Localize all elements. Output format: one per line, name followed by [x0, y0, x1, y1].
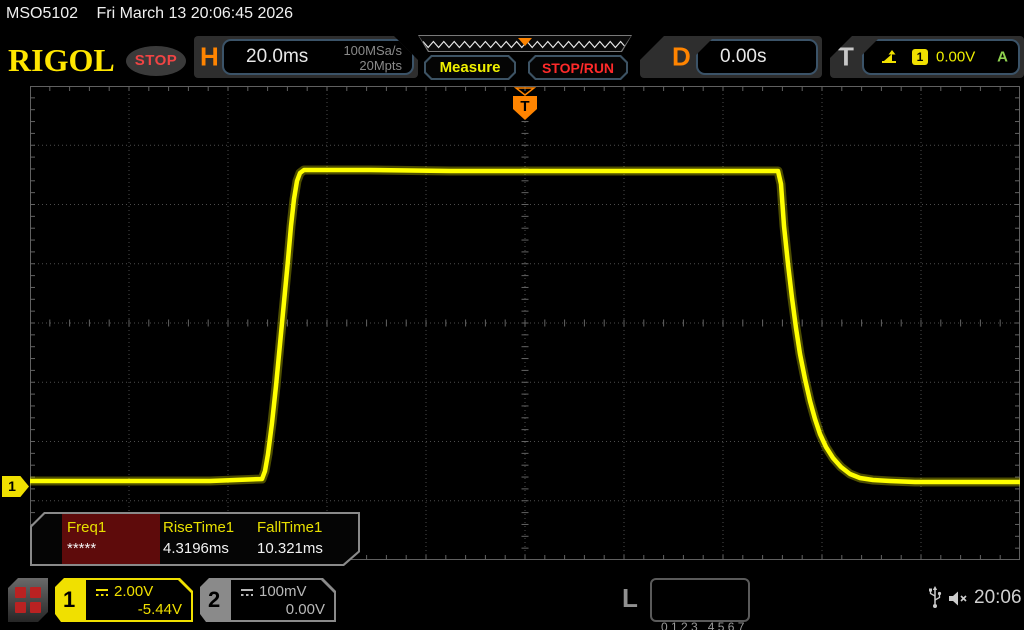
datetime: Fri March 13 20:06:45 2026	[96, 5, 294, 22]
channel1-offset: -5.44V	[137, 601, 182, 618]
delay-settings-group[interactable]: D 0.00s	[640, 36, 822, 78]
measurement-panel[interactable]: Freq1 ***** RiseTime1 4.3196ms FallTime1…	[30, 512, 360, 566]
measure-button[interactable]: Measure	[424, 55, 516, 80]
usb-icon	[929, 586, 942, 608]
channel1-scale: 2.00V	[114, 583, 154, 600]
trigger-box[interactable]: 1 0.00V A	[862, 39, 1020, 75]
logic-channels-row1: 0 1 2 3 4 5 6 7	[661, 619, 745, 630]
measurement-freq1[interactable]: Freq1 *****	[67, 519, 106, 557]
channel2-status[interactable]: 2 100mV 0.00V	[200, 578, 336, 622]
channel2-number: 2	[208, 587, 221, 612]
speaker-muted-icon	[949, 591, 967, 606]
memory-zigzag-icon	[419, 36, 631, 51]
trigger-level-value: 0.00V	[936, 48, 976, 66]
delay-value: 0.00s	[720, 46, 767, 67]
channel1-status[interactable]: 1 2.00V -5.44V	[55, 578, 193, 622]
trigger-source-badge: 1	[912, 49, 928, 65]
channel2-scale: 100mV	[259, 583, 307, 600]
dc-coupling-icon	[94, 587, 110, 597]
memory-depth: 20Mpts	[359, 57, 402, 73]
stop-run-button[interactable]: STOP/RUN	[528, 55, 628, 80]
horizontal-label: H	[200, 41, 219, 72]
waveform-display-grid[interactable]: T	[30, 86, 1020, 560]
svg-text:T: T	[520, 98, 529, 115]
channel1-number: 1	[63, 587, 76, 612]
trigger-mode-auto: A	[997, 48, 1008, 66]
logic-analyzer-label: L	[622, 583, 638, 613]
menu-grid-icon	[15, 587, 41, 613]
dc-coupling-icon	[239, 587, 255, 597]
measurement-risetime1[interactable]: RiseTime1 4.3196ms	[163, 519, 234, 557]
menu-grid-button[interactable]	[8, 578, 48, 622]
timebase-box[interactable]: 20.0ms 100MSa/s 20Mpts	[222, 39, 414, 75]
channel2-offset: 0.00V	[285, 601, 325, 618]
oscilloscope-screen: MSO5102 Fri March 13 20:06:45 2026 RIGOL…	[0, 0, 1024, 630]
waveform-memory-bar[interactable]	[418, 35, 632, 52]
logic-channels-status[interactable]: 0 1 2 3 4 5 6 7 8 9 1011 12131415	[650, 578, 750, 630]
timebase-value: 20.0ms	[246, 46, 309, 67]
trigger-label: T	[838, 41, 854, 72]
horizontal-settings-group[interactable]: H 20.0ms 100MSa/s 20Mpts	[194, 36, 418, 78]
channel1-position-marker[interactable]: 1	[2, 476, 29, 497]
clock: 20:06	[974, 587, 1022, 608]
measurement-falltime1[interactable]: FallTime1 10.321ms	[257, 519, 323, 557]
run-state-badge: STOP	[126, 46, 186, 76]
sample-rate: 100MSa/s	[343, 43, 402, 58]
acquisition-rates: 100MSa/s 20Mpts	[343, 44, 402, 74]
trigger-position-marker: T	[513, 87, 537, 120]
delay-box[interactable]: 0.00s	[696, 39, 818, 75]
rigol-logo: RIGOL	[8, 42, 115, 78]
model-name: MSO5102	[6, 5, 79, 22]
title-bar: MSO5102 Fri March 13 20:06:45 2026	[6, 5, 293, 23]
delay-label: D	[672, 41, 691, 72]
trigger-settings-group[interactable]: T 1 0.00V A	[830, 36, 1024, 78]
rising-edge-trigger-icon	[882, 50, 896, 63]
